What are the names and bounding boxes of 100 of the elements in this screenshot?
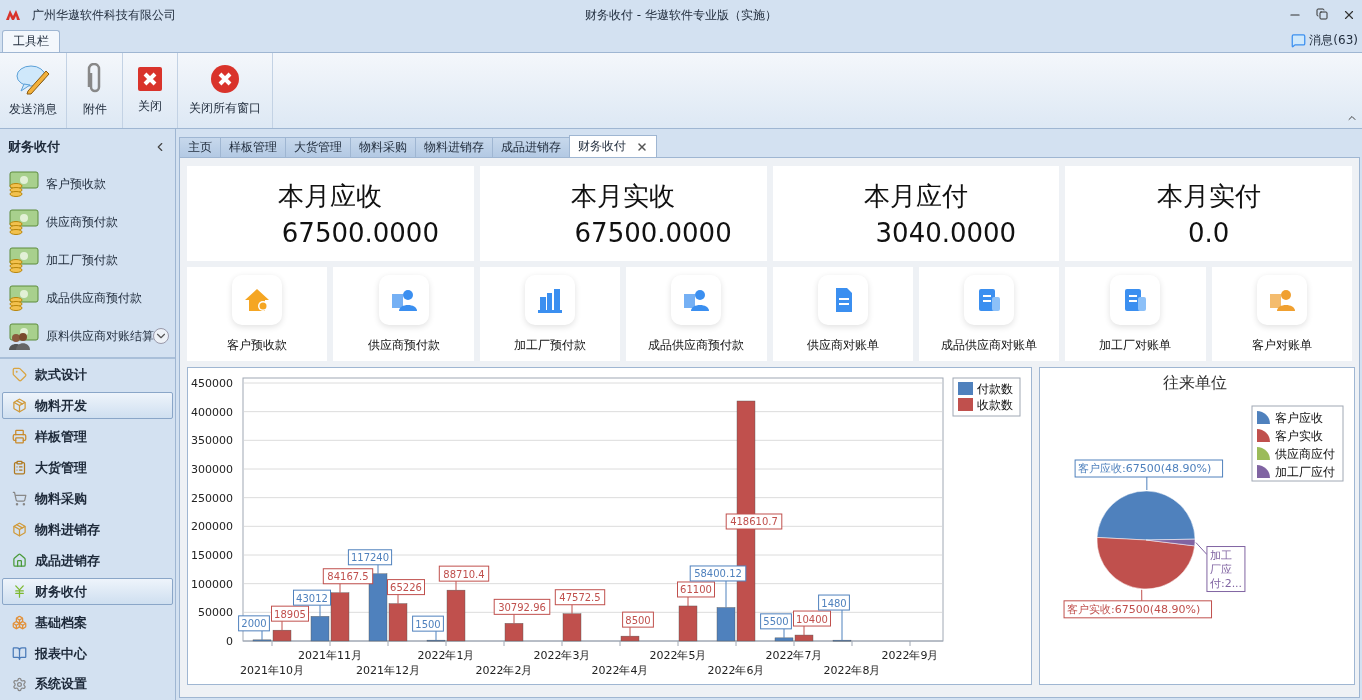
data-label: 1500 [412,615,444,632]
x-tick-label: 2022年4月 [591,664,649,677]
data-label: 47572.5 [559,592,601,604]
data-label: 10400 [793,610,831,627]
data-label: 43012 [293,589,331,606]
messages-button[interactable]: 消息(63) [1291,32,1358,52]
stat-value: 0.0 [1187,218,1230,248]
x-tick-label: 2021年11月 [298,649,362,662]
x-tick-label: 2022年9月 [881,649,939,662]
shortcut-card[interactable]: 供应商预付款 [333,267,474,361]
nav-item[interactable]: 物料采购 [2,485,173,513]
stat-value: 3040.0000 [874,218,1017,248]
shortcut-label: 成品供应商预付款 [648,336,745,354]
tab[interactable]: 物料进销存 [415,137,493,157]
y-tick-label: 250000 [191,491,233,505]
y-tick-label: 200000 [191,520,233,534]
window-title: 财务收付 - 华遨软件专业版（实施） [585,6,777,24]
y-tick-label: 300000 [191,463,233,476]
y-tick-label: 350000 [191,434,233,448]
data-label: 418610.7 [725,513,783,530]
data-label: 47572.5 [554,589,606,606]
legend-label: 供应商应付 [1275,447,1335,461]
y-tick-label: 0 [226,635,233,648]
x-tick-label: 2022年6月 [707,664,765,677]
legend-label: 收款数 [977,398,1013,412]
sidebar-item[interactable]: 客户预收款 [0,165,175,204]
sidebar-item[interactable]: 原料供应商对账结算 [0,317,175,356]
toolbar-button[interactable]: 发送消息 [0,53,67,128]
ribbon-tab[interactable]: 工具栏 [2,30,60,52]
data-label: 84167.5 [322,568,374,585]
tab[interactable]: 主页 [179,137,221,157]
toolbar-button[interactable]: 附件 [67,53,123,128]
tab[interactable]: 大货管理 [285,137,351,157]
data-label: 88710.4 [443,568,485,580]
stat-value: 67500.0000 [573,218,732,248]
stat-label: 本月实收 [571,180,676,213]
data-label: 1480 [818,594,850,611]
sidebar-item[interactable]: 加工厂预付款 [0,241,175,280]
x-tick-label: 2022年8月 [823,664,881,677]
shortcut-card[interactable]: 客户预收款 [187,267,328,361]
data-label: 58400.12 [689,565,747,582]
chart-title: 往来单位 [1163,373,1227,392]
shortcut-card[interactable]: 加工厂预付款 [479,267,621,361]
shortcut-card[interactable]: 供应商对账单 [772,267,913,361]
legend-label: 加工厂应付 [1275,465,1335,479]
data-label: 65226 [387,579,425,596]
nav-item[interactable]: 样板管理 [2,423,173,451]
x-tick-label: 2022年7月 [765,649,823,662]
legend-label: 客户应收 [1275,411,1323,425]
x-tick-label: 2022年5月 [649,649,707,662]
data-label: 8500 [622,611,654,628]
tab[interactable]: 财务收付 [569,135,657,157]
nav-item[interactable]: 报表中心 [2,640,173,667]
data-label: 84167.5 [327,571,369,583]
shortcut-label: 供应商对账单 [806,336,879,354]
shortcut-label: 供应商预付款 [367,336,440,354]
sidebar-item[interactable]: 供应商预付款 [0,203,175,242]
y-tick-label: 450000 [191,377,233,390]
nav-item[interactable]: 物料进销存 [2,516,173,544]
data-label: 117240 [347,549,393,566]
toolbar-button[interactable]: 关闭 [123,53,178,128]
data-label: 418610.7 [730,516,778,528]
nav-item[interactable]: 基础档案 [2,609,173,637]
legend-label: 付款数 [976,382,1013,396]
data-label: 61100 [677,581,715,598]
data-label: 客户实收:67500(48.90%) [1067,602,1201,616]
data-label: 30792.96 [498,601,546,613]
data-label: 18905 [271,605,309,622]
nav-item[interactable]: 成品进销存 [2,547,173,575]
shortcut-card[interactable]: 加工厂对账单 [1065,267,1206,361]
y-tick-label: 400000 [191,405,233,419]
x-tick-label: 2022年2月 [475,664,533,677]
nav-item[interactable]: 系统设置 [2,671,173,698]
nav-item[interactable]: 大货管理 [2,454,173,482]
shortcut-card[interactable]: 成品供应商对账单 [918,267,1060,361]
nav-item[interactable]: 物料开发 [2,392,173,420]
x-tick-label: 2021年12月 [356,664,420,677]
stat-label: 本月应收 [278,180,383,213]
sidebar-item[interactable]: 成品供应商预付款 [0,279,175,318]
y-tick-label: 100000 [191,577,233,591]
data-label: 5500 [760,613,792,630]
x-tick-label: 2022年3月 [533,649,591,662]
sidebar-title: 财务收付 [8,138,60,157]
shortcut-label: 成品供应商对账单 [941,336,1038,354]
legend-label: 客户实收 [1275,429,1323,443]
slice-label: 加工厂应付:2... [1206,546,1246,593]
nav-item[interactable]: 财务收付 [2,578,173,606]
toolbar-button[interactable]: 关闭所有窗口 [178,53,273,128]
y-tick-label: 50000 [198,606,233,620]
shortcut-card[interactable]: 成品供应商预付款 [626,267,767,361]
tab[interactable]: 样板管理 [220,137,286,157]
y-tick-label: 150000 [191,549,233,562]
x-tick-label: 2022年1月 [417,649,475,662]
data-label: 30792.96 [493,598,551,615]
stat-value: 67500.0000 [280,218,439,248]
nav-item[interactable]: 款式设计 [2,361,173,389]
shortcut-label: 客户对账单 [1251,336,1312,354]
shortcut-card[interactable]: 客户对账单 [1211,267,1352,361]
tab[interactable]: 物料采购 [350,137,416,157]
tab[interactable]: 成品进销存 [492,137,570,157]
